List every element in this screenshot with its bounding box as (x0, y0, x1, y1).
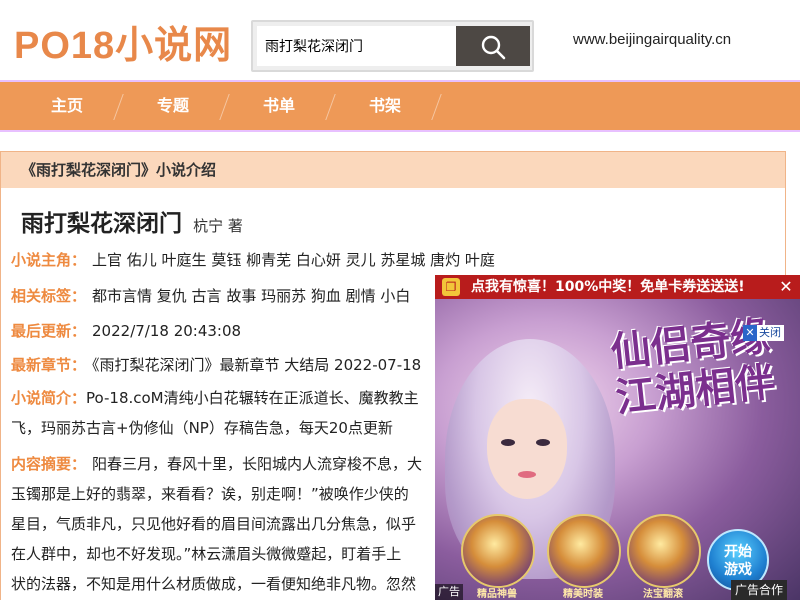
nav-item-topics[interactable]: 专题 (120, 82, 226, 130)
updated-row: 最后更新： 2022/7/18 20:43:08 (11, 320, 241, 341)
updated-value: 2022/7/18 20:43:08 (92, 322, 242, 340)
book-author[interactable]: 杭宁 著 (193, 217, 243, 235)
ad-character-lips (518, 471, 536, 478)
summary-label: 内容摘要： (11, 455, 87, 473)
ad-orb-label: 法宝翻滚 (643, 589, 683, 600)
protagonists-row: 小说主角： 上官 佑儿 叶庭生 莫钰 柳青芜 白心妍 灵儿 苏星城 唐灼 叶庭 (11, 249, 495, 270)
ad-top-text: 点我有惊喜！100%中奖！免单卡券送送送! (471, 279, 745, 295)
book-title: 雨打梨花深闭门 (21, 211, 182, 237)
latest-chapter-link[interactable]: 《雨打梨花深闭门》最新章节 大结局 2022-07-18 (92, 356, 421, 374)
ad-badge: 广告 (435, 584, 463, 600)
ad-overlay[interactable]: ❐ 点我有惊喜！100%中奖！免单卡券送送送! ✕ 仙侣奇缘 江湖相伴 ✕ 关闭… (435, 275, 800, 600)
ad-orb-treasure (627, 514, 701, 588)
ad-close-icon[interactable]: ✕ (772, 275, 800, 299)
tags-value[interactable]: 都市言情 复仇 古言 故事 玛丽苏 狗血 剧情 小白 (92, 287, 410, 305)
latest-chapter-row: 最新章节： 《雨打梨花深闭门》最新章节 大结局 2022-07-18 (11, 354, 421, 375)
ad-cooperation-link[interactable]: 广告合作 (730, 580, 787, 600)
ad-close-button[interactable]: ✕ 关闭 (743, 325, 784, 341)
ad-start-line: 游戏 (724, 562, 752, 578)
ad-top-banner[interactable]: ❐ 点我有惊喜！100%中奖！免单卡券送送送! ✕ (435, 275, 800, 299)
site-url[interactable]: www.beijingairquality.cn (573, 31, 731, 48)
protagonists-label: 小说主角： (11, 251, 87, 269)
ad-orb-label: 精美时装 (563, 589, 603, 600)
gift-icon: ❐ (442, 278, 460, 296)
section-title: 《雨打梨花深闭门》小说介绍 (1, 152, 785, 188)
protagonists-value: 上官 佑儿 叶庭生 莫钰 柳青芜 白心妍 灵儿 苏星城 唐灼 叶庭 (92, 251, 495, 269)
nav-item-home[interactable]: 主页 (14, 82, 120, 130)
search-icon (481, 35, 506, 60)
main-nav: 主页 专题 书单 书架 (0, 80, 800, 132)
ad-image[interactable]: 仙侣奇缘 江湖相伴 ✕ 关闭 精品神兽 精美时装 法宝翻滚 开始 游戏 广告 广… (435, 299, 800, 600)
ad-orb-label: 精品神兽 (477, 589, 517, 600)
search-input[interactable] (257, 26, 456, 66)
intro-text: Po-18.coM清纯小白花辗转在正派道长、魔教教主 (86, 389, 419, 407)
search-box (251, 20, 534, 72)
summary-text: 阳春三月，春风十里，长阳城内人流穿梭不息，大 (92, 455, 423, 473)
ad-close-label: 关闭 (759, 326, 781, 339)
site-header: PO18小说网 www.beijingairquality.cn (0, 0, 800, 80)
site-logo[interactable]: PO18小说网 (14, 14, 232, 69)
ad-character-eye (536, 439, 550, 446)
close-icon: ✕ (743, 325, 757, 341)
nav-item-bookshelf[interactable]: 书架 (332, 82, 438, 130)
search-button[interactable] (456, 26, 530, 66)
ad-start-line: 开始 (724, 544, 752, 560)
tags-row: 相关标签： 都市言情 复仇 古言 故事 玛丽苏 狗血 剧情 小白 (11, 285, 410, 306)
intro-label: 小说简介： (11, 389, 87, 407)
ad-orb-beast (461, 514, 535, 588)
updated-label: 最后更新： (11, 322, 87, 340)
nav-item-booklists[interactable]: 书单 (226, 82, 332, 130)
ad-character-eye (501, 439, 515, 446)
book-title-row: 雨打梨花深闭门 杭宁 著 (21, 204, 243, 238)
tags-label: 相关标签： (11, 287, 87, 305)
ad-character-face (487, 399, 567, 499)
latest-chapter-label: 最新章节： (11, 356, 87, 374)
ad-orb-costume (547, 514, 621, 588)
